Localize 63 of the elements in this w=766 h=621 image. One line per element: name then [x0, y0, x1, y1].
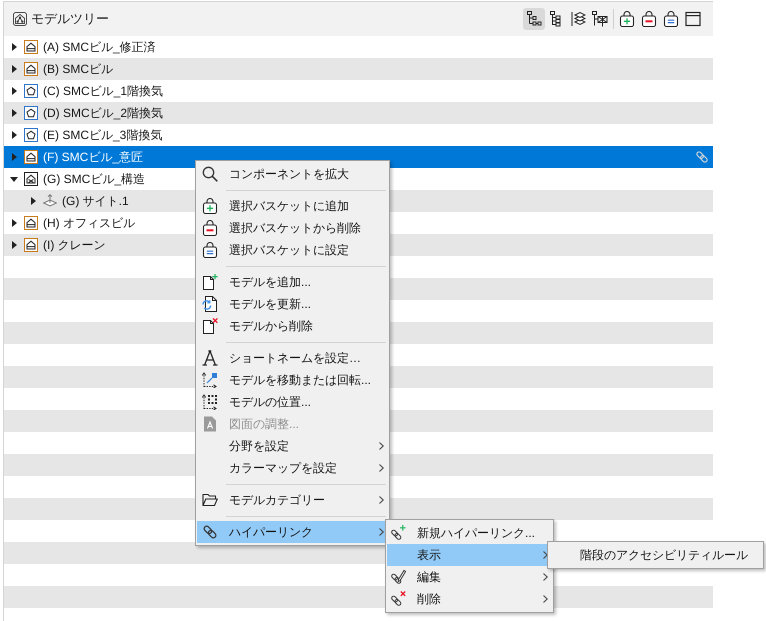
document-add-icon: [202, 274, 218, 290]
menu-item[interactable]: 編集: [387, 566, 552, 588]
tree-structure-icon: [526, 11, 542, 27]
menu-item[interactable]: 選択バスケットに設定: [197, 239, 388, 261]
link-edit-icon: [390, 569, 406, 585]
menu-item[interactable]: モデルから削除: [197, 315, 388, 337]
move-rotate-icon: [202, 372, 218, 388]
basket-set-icon: [663, 11, 679, 27]
menu-item[interactable]: ショートネームを設定…: [197, 347, 388, 369]
tree-item[interactable]: (A) SMCビル_修正済: [4, 36, 160, 58]
tree-item[interactable]: (E) SMCビル_3階換気: [4, 124, 166, 146]
search-icon: [202, 166, 218, 182]
menu-item[interactable]: 新規ハイパーリンク...: [387, 522, 552, 544]
pentagon-icon: [24, 84, 38, 98]
menu-item[interactable]: モデルの位置...: [197, 391, 388, 413]
building-icon: [24, 40, 38, 54]
tree-item[interactable]: (I) クレーン: [4, 234, 110, 256]
tree-item[interactable]: (C) SMCビル_1階換気: [4, 80, 168, 102]
tree-view-button[interactable]: [523, 8, 545, 30]
menu-item[interactable]: 削除: [387, 588, 552, 610]
basket-remove-icon: [202, 220, 218, 236]
folder-icon: [202, 492, 218, 508]
tree-item[interactable]: (F) SMCビル_意匠: [4, 146, 713, 168]
basket-remove-icon: [641, 11, 657, 27]
menu-item[interactable]: 分野を設定: [197, 435, 388, 457]
tree-item[interactable]: (G) SMCビル_構造: [4, 168, 149, 190]
tree-item[interactable]: (B) SMCビル: [4, 58, 117, 80]
tree-item[interactable]: (G) サイト.1: [4, 190, 133, 212]
basket-add-icon: [619, 11, 635, 27]
position-icon: [202, 394, 218, 410]
menu-item[interactable]: モデルカテゴリー: [197, 489, 388, 511]
menu-item[interactable]: モデルを移動または回転...: [197, 369, 388, 391]
letter-a-icon: [202, 350, 218, 366]
menu-item[interactable]: 選択バスケットから削除: [197, 217, 388, 239]
document-refresh-icon: [202, 296, 218, 312]
ground-plane-icon: [43, 194, 57, 208]
menu-item[interactable]: モデルを更新...: [197, 293, 388, 315]
building-icon: [24, 150, 38, 164]
building-icon: [24, 62, 38, 76]
menu-item[interactable]: モデルを追加...: [197, 271, 388, 293]
tree-item[interactable]: (D) SMCビル_2階換気: [4, 102, 168, 124]
building-icon: [24, 216, 38, 230]
tree-network-icon: [592, 11, 608, 27]
document-icon: [202, 416, 218, 432]
basket-set-icon: [202, 242, 218, 258]
link-add-icon: [390, 525, 406, 541]
house-frame-icon: [24, 172, 38, 186]
menu-item[interactable]: 選択バスケットに追加: [197, 195, 388, 217]
link-icon: [202, 524, 218, 540]
panel-title: モデルツリー: [31, 11, 109, 27]
menu-item[interactable]: カラーマップを設定: [197, 457, 388, 479]
pentagon-icon: [24, 128, 38, 142]
window-icon: [685, 11, 701, 27]
layers-icon: [570, 11, 586, 27]
house-network-icon: [13, 12, 27, 26]
menu-item[interactable]: 階段のアクセシビリティルール: [549, 544, 762, 566]
link-remove-icon: [390, 591, 406, 607]
pentagon-icon: [24, 106, 38, 120]
document-remove-icon: [202, 318, 218, 334]
building-icon: [24, 238, 38, 252]
menu-item[interactable]: ハイパーリンク: [197, 521, 388, 543]
tree-item[interactable]: (H) オフィスビル: [4, 212, 139, 234]
basket-add-icon: [202, 198, 218, 214]
